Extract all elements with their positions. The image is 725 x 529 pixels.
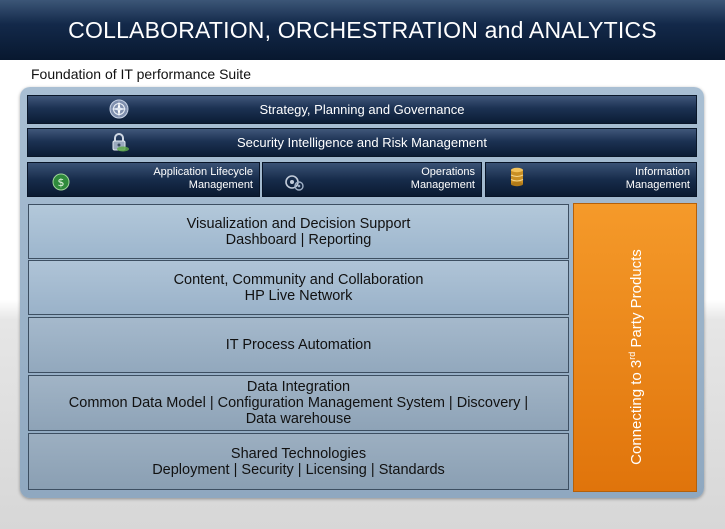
shield-dollar-icon: $ xyxy=(50,171,72,193)
lock-icon xyxy=(108,131,130,153)
security-label: Security Intelligence and Risk Managemen… xyxy=(236,135,488,150)
page-title: COLLABORATION, ORCHESTRATION and ANALYTI… xyxy=(68,16,657,43)
information-label: Information Management xyxy=(625,166,690,191)
third-party-panel: Connecting to 3rd Party Products xyxy=(573,203,697,492)
operations-tile: Operations Management xyxy=(262,162,482,197)
subtitle: Foundation of IT performance Suite xyxy=(31,66,251,82)
strategy-bar: Strategy, Planning and Governance xyxy=(27,95,697,124)
title-banner: COLLABORATION, ORCHESTRATION and ANALYTI… xyxy=(0,0,725,60)
visualization-layer: Visualization and Decision Support Dashb… xyxy=(28,204,569,259)
database-icon xyxy=(506,166,528,188)
gears-icon xyxy=(283,171,305,193)
compass-icon xyxy=(108,98,130,120)
strategy-label: Strategy, Planning and Governance xyxy=(259,102,465,117)
application-lifecycle-label: Application Lifecycle Management xyxy=(153,166,253,191)
application-lifecycle-tile: $ Application Lifecycle Management xyxy=(27,162,260,197)
data-integration-layer: Data Integration Common Data Model | Con… xyxy=(28,375,569,431)
information-tile: Information Management xyxy=(485,162,697,197)
security-bar: Security Intelligence and Risk Managemen… xyxy=(27,128,697,157)
shared-technologies-layer: Shared Technologies Deployment | Securit… xyxy=(28,433,569,490)
operations-label: Operations Management xyxy=(410,166,475,191)
collaboration-layer: Content, Community and Collaboration HP … xyxy=(28,260,569,315)
svg-text:$: $ xyxy=(58,176,65,189)
process-automation-layer: IT Process Automation xyxy=(28,317,569,373)
third-party-label: Connecting to 3rd Party Products xyxy=(627,249,645,465)
